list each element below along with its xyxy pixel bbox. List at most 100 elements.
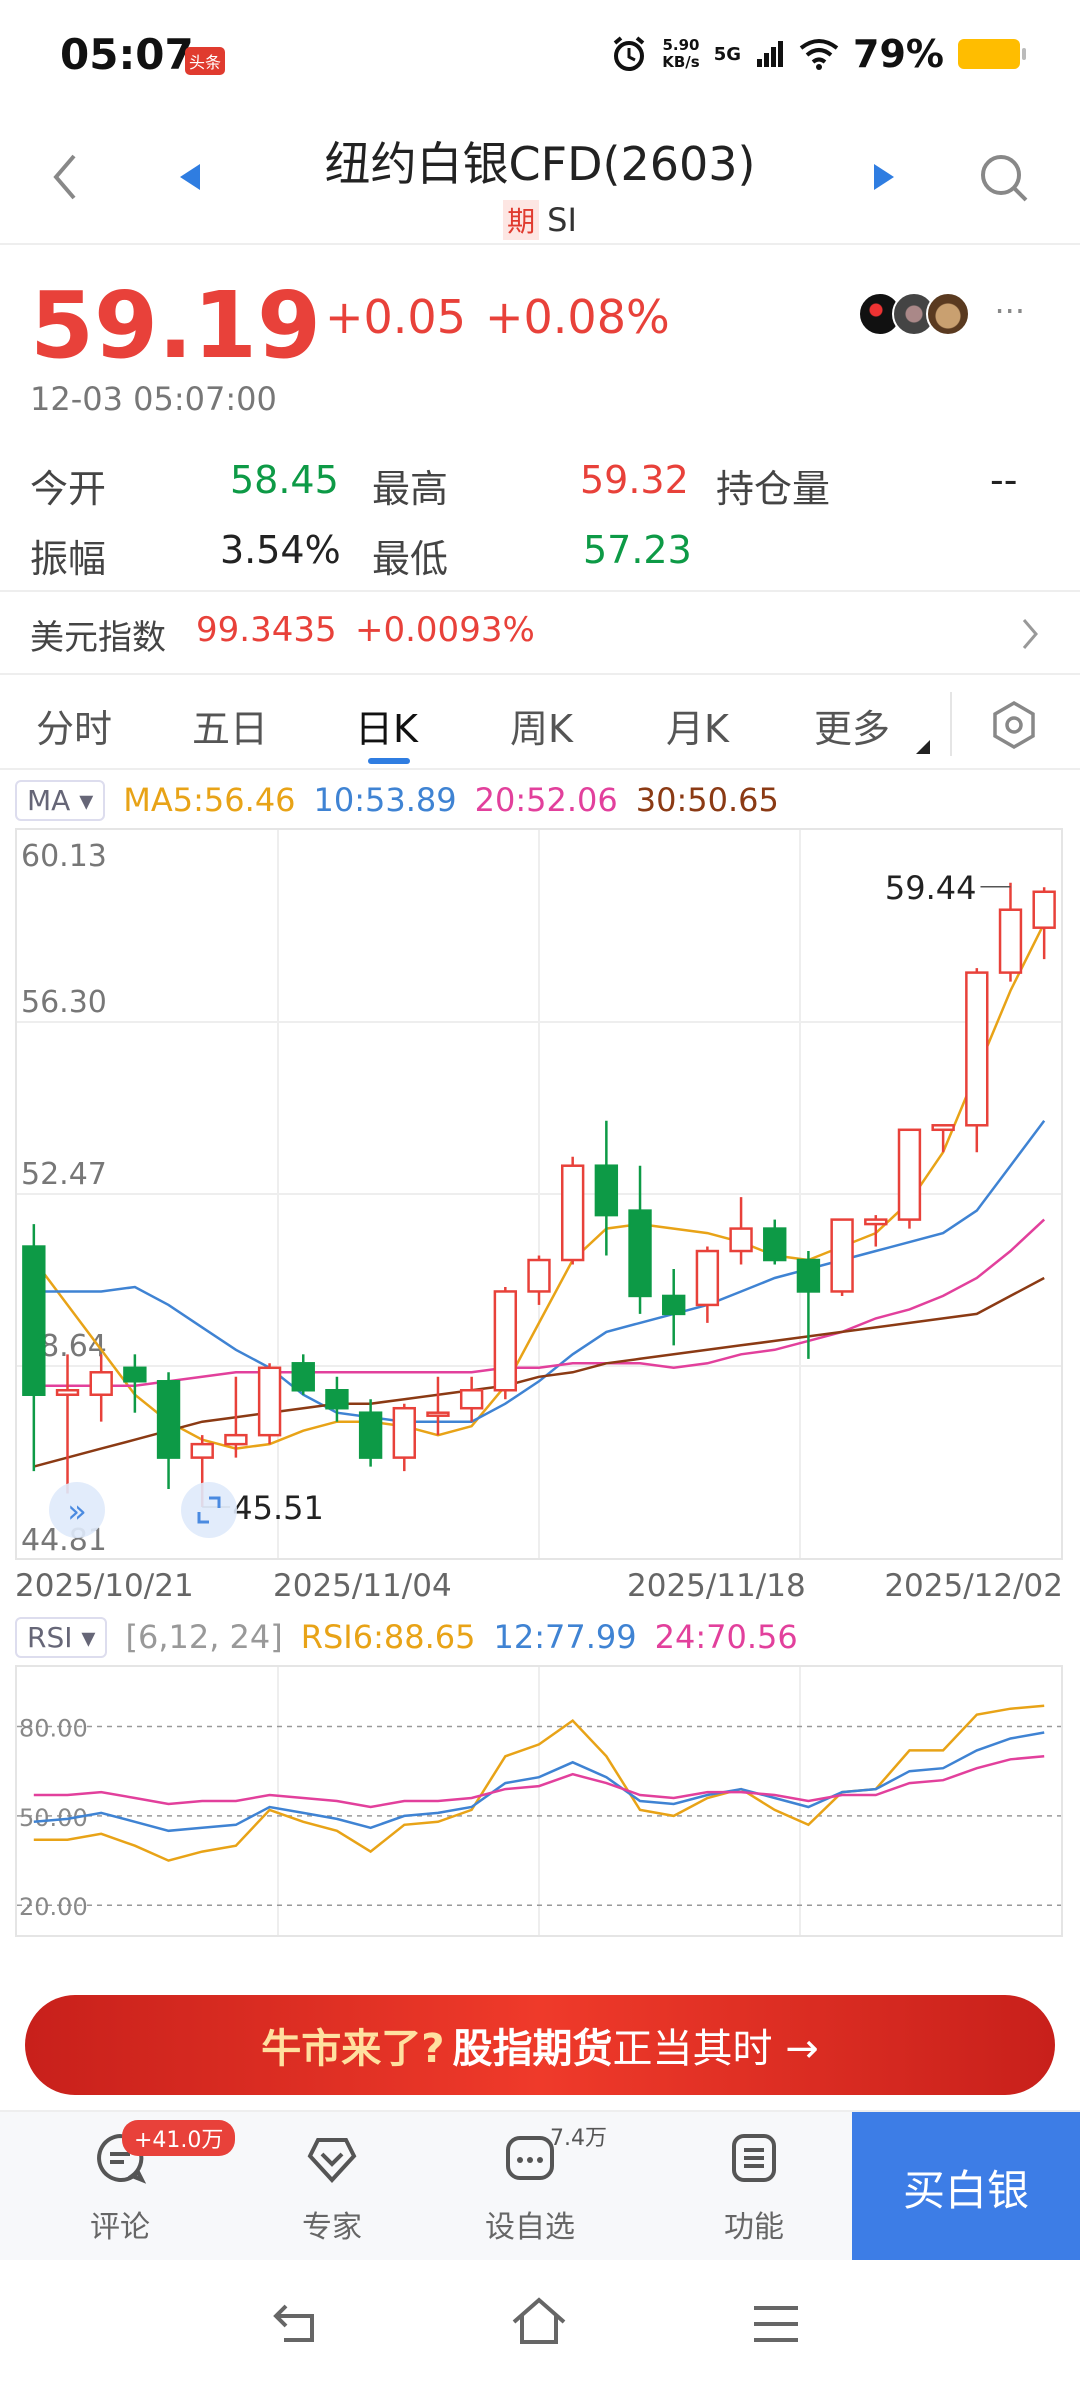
comment-count-badge: +41.0万	[122, 2120, 236, 2156]
next-arrow-icon[interactable]	[872, 162, 896, 192]
net-speed: 5.90 KB/s	[662, 36, 700, 71]
y-tick-label: 60.13	[21, 839, 107, 874]
oi-label: 持仓量	[716, 467, 831, 511]
ma20-label: 20:52.06	[474, 781, 618, 819]
candle-body	[662, 1294, 686, 1316]
x-tick-label: 2025/11/04	[273, 1568, 452, 1604]
news-badge: 头条	[185, 47, 226, 75]
x-axis-labels: 2025/10/21 2025/11/04 2025/11/18 2025/12/02	[15, 1562, 1063, 1612]
amp-label: 振幅	[30, 537, 107, 581]
price-change: +0.05	[325, 290, 466, 344]
low-value: 57.23	[583, 528, 692, 572]
follower-avatars[interactable]	[858, 292, 970, 336]
last-price: 59.19	[30, 272, 322, 379]
amp-value: 3.54%	[220, 528, 341, 572]
y-tick-label: 56.30	[21, 985, 107, 1020]
candle-body	[527, 1258, 551, 1293]
more-corner-icon	[916, 740, 930, 754]
battery-icon	[958, 39, 1026, 69]
system-home-icon[interactable]	[510, 2296, 568, 2348]
tab-intraday[interactable]: 分时	[36, 698, 112, 753]
banner-highlight: 牛市来了?	[261, 2026, 445, 2072]
candle-body	[897, 1128, 922, 1221]
candle-body	[190, 1442, 214, 1459]
search-icon[interactable]	[978, 152, 1030, 204]
candle-body	[830, 1218, 854, 1293]
ma5-label: MA5:56.46	[123, 781, 296, 819]
candle-body	[864, 1218, 888, 1226]
candle-body	[493, 1290, 518, 1392]
low-label: 最低	[372, 537, 449, 581]
open-value: 58.45	[230, 458, 339, 502]
rsi12-label: 12:77.99	[493, 1618, 637, 1656]
kline-chart[interactable]: 60.13 56.30 52.47 48.64 44.81 59.44 45.51»	[15, 828, 1063, 1560]
candle-body	[224, 1433, 248, 1446]
candle-body	[123, 1366, 147, 1383]
wifi-icon	[799, 39, 839, 70]
tab-five-day[interactable]: 五日	[192, 698, 268, 753]
max-price-label: 59.44	[885, 869, 977, 907]
candle-body	[628, 1209, 652, 1298]
cell-signal-icon	[757, 41, 784, 67]
rsi6-label: RSI6:88.65	[300, 1618, 476, 1656]
tab-more[interactable]: 更多	[814, 698, 890, 753]
candle-body	[965, 971, 989, 1127]
avatar	[926, 292, 970, 336]
oi-value: --	[990, 458, 1018, 502]
nav-functions[interactable]: 功能	[694, 2130, 814, 2246]
status-time: 05:07	[60, 30, 194, 79]
candle-body	[763, 1227, 787, 1262]
rsi-svg: 80.0050.0020.00	[17, 1667, 1061, 1935]
high-value: 59.32	[580, 458, 689, 502]
tab-weekly-k[interactable]: 周K	[510, 698, 573, 753]
chevron-right-icon	[1022, 619, 1038, 649]
quote-time: 12-03 05:07:00	[30, 380, 277, 418]
high-label: 最高	[372, 467, 449, 511]
min-price-label: 45.51	[232, 1489, 324, 1527]
period-tabs: 分时 五日 日K 周K 月K 更多	[0, 680, 1080, 770]
buy-silver-button[interactable]: 买白银	[852, 2112, 1080, 2262]
tab-daily-k[interactable]: 日K	[355, 698, 418, 753]
candle-body	[695, 1249, 720, 1307]
candle-body	[796, 1258, 821, 1293]
settings-hex-icon[interactable]	[990, 700, 1038, 750]
symbol: SI	[547, 201, 577, 239]
y-tick-label: 52.47	[21, 1157, 107, 1192]
rsi-tick-label: 80.00	[19, 1715, 88, 1743]
ma-selector[interactable]: MA ▾	[15, 779, 106, 821]
system-back-icon[interactable]	[272, 2300, 324, 2346]
rsi-params: [6,12, 24]	[125, 1618, 283, 1656]
tab-monthly-k[interactable]: 月K	[666, 698, 729, 753]
system-menu-icon[interactable]	[752, 2304, 800, 2344]
candle-body	[1032, 890, 1056, 929]
header: 纽约白银CFD(2603) 期 SI	[0, 110, 1080, 245]
usd-index-change: +0.0093%	[355, 610, 535, 650]
price-change-pct: +0.08%	[485, 290, 670, 344]
active-tab-indicator	[368, 758, 410, 764]
usd-index-label: 美元指数	[30, 618, 166, 658]
system-nav-bar	[0, 2260, 1080, 2388]
status-indicators: 5.90 KB/s 5G 79%	[610, 32, 1026, 76]
rsi-tick-label: 20.00	[19, 1893, 88, 1921]
candle-body	[459, 1389, 484, 1410]
page-title: 纽约白银CFD(2603)	[324, 137, 756, 191]
candle-body	[156, 1380, 181, 1459]
rsi24-label: 24:70.56	[654, 1618, 798, 1656]
menu-icon	[732, 2134, 776, 2182]
promo-banner[interactable]: 牛市来了? 股指期货 正当其时 →	[25, 1995, 1055, 2095]
candle-body	[729, 1227, 753, 1253]
candle-body	[89, 1371, 113, 1396]
rsi-chart[interactable]: 80.00 50.00 20.00	[15, 1665, 1063, 1937]
tab-divider	[950, 692, 952, 756]
double-chevron-icon: »	[67, 1492, 87, 1530]
usd-index-row[interactable]: 美元指数 99.3435 +0.0093%	[0, 590, 1080, 675]
nav-expert[interactable]: 专家	[272, 2130, 392, 2246]
ma-legend: MA ▾ MA5:56.46 10:53.89 20:52.06 30:50.6…	[15, 775, 779, 825]
rsi-selector[interactable]: RSI ▾	[15, 1616, 108, 1658]
candle-body	[931, 1124, 955, 1132]
candle-body	[291, 1362, 315, 1392]
x-tick-label: 2025/11/18	[627, 1568, 806, 1604]
stats-grid: 今开 58.45 最高 59.32 持仓量 -- 振幅 3.54% 最低 57.…	[0, 450, 1080, 590]
more-icon[interactable]: ···	[994, 292, 1025, 330]
x-tick-label: 2025/10/21	[15, 1568, 194, 1604]
